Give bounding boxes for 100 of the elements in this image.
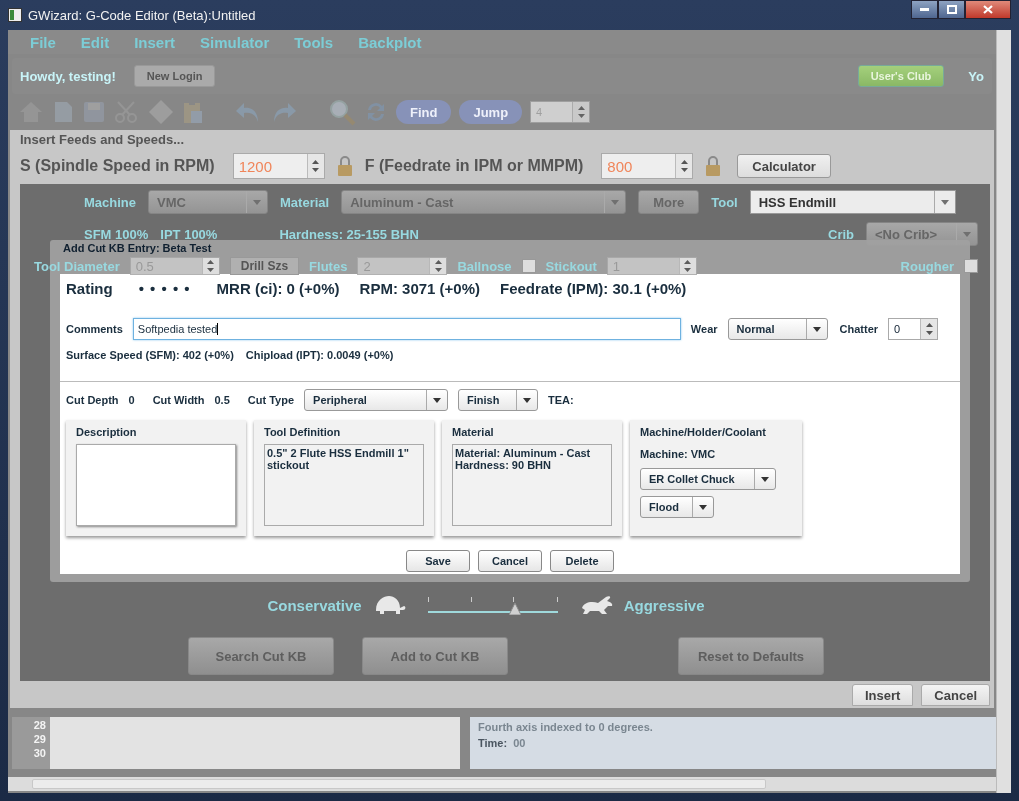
users-club-button[interactable]: User's Club <box>857 65 945 87</box>
caret-icon <box>812 326 821 332</box>
rougher-label: Rougher <box>900 258 954 274</box>
caret-icon <box>963 231 971 237</box>
aggressiveness-slider[interactable] <box>427 595 558 615</box>
rating-label: Rating <box>66 280 113 297</box>
select-dropdown[interactable]: Flood <box>640 496 714 518</box>
stickout-label: Stickout <box>545 258 597 274</box>
hardness-text: Hardness: 25-155 BHN <box>279 226 419 242</box>
line-number: 30 <box>33 747 46 759</box>
text-area[interactable]: 0.5" 2 Flute HSS Endmill 1" stickout <box>264 444 424 526</box>
padlock-icon[interactable] <box>336 155 353 177</box>
caret-icon <box>433 397 442 403</box>
slider-thumb[interactable] <box>508 603 521 615</box>
dialog-button[interactable]: Cancel <box>478 550 542 572</box>
caret-icon <box>611 199 620 205</box>
chipload-text: Chipload (IPT): 0.0049 (+0%) <box>245 349 394 361</box>
maximize-button[interactable] <box>938 0 965 19</box>
dialog-button[interactable]: Delete <box>550 550 614 572</box>
app-icon <box>8 8 22 22</box>
rating-dots: • • • • • <box>138 280 191 297</box>
machine-dropdown[interactable]: VMC <box>148 190 268 214</box>
flutes-label: Flutes <box>309 258 348 274</box>
text-area[interactable]: Material: Aluminum - Cast Hardness: 90 BHN <box>452 444 612 526</box>
drill-sizes-button[interactable]: Drill Szs <box>229 257 300 275</box>
action-button[interactable]: Reset to Defaults <box>678 637 824 675</box>
find-button[interactable]: Find <box>396 100 452 124</box>
dialog-button[interactable]: Save <box>406 550 470 572</box>
comments-field[interactable]: Softpedia tested <box>132 318 681 340</box>
more-button[interactable]: More <box>638 190 700 214</box>
code-editor[interactable]: 28 29 30 <box>12 717 460 769</box>
select-dropdown[interactable]: ER Collet Chuck <box>640 468 776 490</box>
user-text: Yo <box>968 68 984 84</box>
feedrate-label: F (Feedrate in IPM or MMPM) <box>364 157 584 175</box>
panel-title: Insert Feeds and Speeds... <box>20 132 185 148</box>
aggressive-label: Aggressive <box>623 596 705 614</box>
padlock-icon[interactable] <box>705 155 722 177</box>
card-title: Material <box>452 426 495 438</box>
chatter-label: Chatter <box>839 323 879 335</box>
line-number: 29 <box>33 733 46 745</box>
caret-icon <box>940 199 949 205</box>
crib-label: Crib <box>828 226 854 242</box>
horizontal-scrollbar[interactable] <box>8 777 996 791</box>
material-label: Material <box>280 194 330 210</box>
wear-label: Wear <box>690 323 718 335</box>
maximize-icon <box>946 5 957 14</box>
dialog-title: Add Cut KB Entry: Beta Test <box>62 241 213 256</box>
action-button[interactable]: Search Cut KB <box>188 637 334 675</box>
menu-item[interactable]: Edit <box>80 33 110 51</box>
close-button[interactable] <box>965 0 1011 19</box>
menu-item[interactable]: File <box>30 33 56 51</box>
spinner-arrows-icon <box>577 105 585 119</box>
close-icon <box>983 5 993 14</box>
mrr-text: MRR (ci): 0 (+0%) <box>216 280 340 297</box>
sfm-text: SFM 100% <box>84 226 149 242</box>
comments-label: Comments <box>66 323 123 335</box>
cut-type-dropdown[interactable]: Peripheral <box>304 389 449 411</box>
jump-button[interactable]: Jump <box>459 100 523 124</box>
cancel-button[interactable]: Cancel <box>921 684 990 706</box>
action-button[interactable]: Add to Cut KB <box>362 637 508 675</box>
save-icon[interactable] <box>82 100 106 124</box>
insert-button[interactable]: Insert <box>851 684 914 706</box>
feedrate-field[interactable]: 800 <box>601 153 694 179</box>
vertical-scrollbar[interactable] <box>996 30 1011 793</box>
minimize-icon <box>920 8 929 11</box>
caret-icon <box>523 397 532 403</box>
chatter-field[interactable]: 0 <box>888 318 939 340</box>
feedrate-text: Feedrate (IPM): 30.1 (+0%) <box>500 280 687 297</box>
caret-icon <box>699 504 707 510</box>
rougher-checkbox[interactable] <box>964 259 978 273</box>
line-number: 28 <box>33 719 46 731</box>
card-title: Machine/Holder/Coolant <box>640 426 767 438</box>
rabbit-icon <box>579 594 614 616</box>
pass-dropdown[interactable]: Finish <box>458 389 539 411</box>
menu-item[interactable]: Simulator <box>200 33 270 51</box>
menu-item[interactable]: Tools <box>294 33 334 51</box>
menu-item[interactable]: Backplot <box>358 33 422 51</box>
minimize-button[interactable] <box>911 0 938 19</box>
spinner-arrows-icon <box>312 159 320 173</box>
search-icon[interactable] <box>328 98 356 126</box>
spinner-arrows-icon <box>680 159 688 173</box>
spindle-speed-field[interactable]: 1200 <box>232 153 325 179</box>
new-login-button[interactable]: New Login <box>133 65 216 87</box>
time-label: Time: <box>478 737 508 749</box>
text-area[interactable] <box>76 444 236 526</box>
document-icon[interactable] <box>52 100 74 124</box>
cut-depth-value: 0 <box>128 394 135 406</box>
window-title: GWizard: G-Code Editor (Beta):Untitled <box>28 7 256 23</box>
time-value: 00 <box>513 737 526 749</box>
tea-label: TEA: <box>548 394 574 406</box>
conservative-label: Conservative <box>267 596 362 614</box>
calculator-button[interactable]: Calculator <box>737 154 831 178</box>
material-dropdown[interactable]: Aluminum - Cast <box>341 190 627 214</box>
card-title: Tool Definition <box>264 426 342 438</box>
menu-item[interactable]: Insert <box>134 33 176 51</box>
wear-dropdown[interactable]: Normal <box>727 318 828 340</box>
tool-diameter-label: Tool Diameter <box>34 258 120 274</box>
tool-combobox[interactable]: HSS Endmill <box>749 190 956 214</box>
ipt-text: IPT 100% <box>160 226 218 242</box>
caret-icon <box>253 199 261 205</box>
